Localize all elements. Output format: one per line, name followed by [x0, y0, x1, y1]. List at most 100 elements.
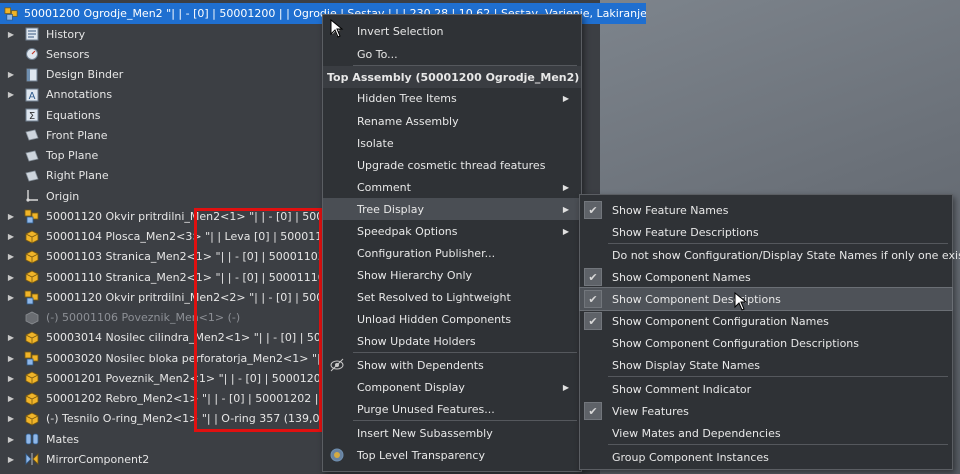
menu-item-label: Speedpak Options: [357, 224, 458, 238]
tree-item[interactable]: ▶ History: [0, 24, 330, 44]
expand-arrow-icon[interactable]: ▶: [6, 273, 16, 282]
menu-item-label: Tree Display: [357, 202, 424, 216]
submenu-item-show-comment-indicator[interactable]: Show Comment Indicator: [580, 378, 952, 400]
menu-section-header: Top Assembly (50001200 Ogrodje_Men2): [323, 66, 581, 88]
submenu-item-group-component-instances[interactable]: Group Component Instances: [580, 446, 952, 468]
part-icon: [25, 331, 39, 345]
menu-item-unload-hidden-components[interactable]: Unload Hidden Components: [323, 308, 581, 330]
checkmark-icon: ✔: [584, 290, 602, 308]
submenu-item-label: Show Feature Names: [612, 203, 729, 217]
menu-item-invert-selection[interactable]: Invert Selection: [323, 20, 581, 42]
tree-item[interactable]: ▶ 50001110 Stranica_Men2<1> "| | - [0] | …: [0, 267, 330, 287]
menu-item-upgrade-cosmetic-thread-features[interactable]: Upgrade cosmetic thread features: [323, 154, 581, 176]
submenu-item-view-mates-and-dependencies[interactable]: View Mates and Dependencies: [580, 422, 952, 444]
submenu-item-show-component-descriptions[interactable]: ✔ Show Component Descriptions: [579, 287, 953, 311]
expand-arrow-icon[interactable]: ▶: [6, 435, 16, 444]
submenu-item-show-feature-descriptions[interactable]: Show Feature Descriptions: [580, 221, 952, 243]
tree-item[interactable]: ▶ 50001103 Stranica_Men2<1> "| | - [0] | …: [0, 247, 330, 267]
menu-item-speedpak-options[interactable]: Speedpak Options ▶: [323, 220, 581, 242]
tree-item[interactable]: Front Plane: [0, 125, 330, 145]
menu-item-label: Hidden Tree Items: [357, 91, 457, 105]
tree-item[interactable]: ▶ A Annotations: [0, 85, 330, 105]
tree-item[interactable]: ▶ 50001120 Okvir pritrdilni_Men2<1> "| | …: [0, 206, 330, 226]
tree-item-label: Annotations: [46, 88, 113, 102]
tree-item-label: 50001201 Poveznik_Men2<1> "| | - [0] | 5…: [46, 371, 330, 385]
tree-item-label: (-) Tesnilo O-ring_Men2<1> "| | O-ring 3…: [46, 412, 330, 426]
menu-item-isolate[interactable]: Isolate: [323, 132, 581, 154]
tree-item[interactable]: Origin: [0, 186, 330, 206]
tree-item[interactable]: ▶ 50001202 Rebro_Men2<1> "| | - [0] | 500…: [0, 389, 330, 409]
expand-arrow-icon[interactable]: ▶: [6, 293, 16, 302]
checkmark-icon: ✔: [584, 201, 602, 219]
part-icon: [25, 392, 39, 405]
tree-item[interactable]: Right Plane: [0, 166, 330, 186]
tree-item-label: Top Plane: [46, 149, 99, 162]
submenu-item-show-component-names[interactable]: ✔ Show Component Names: [580, 266, 952, 288]
expand-arrow-icon[interactable]: ▶: [6, 232, 16, 241]
submenu-item-do-not-show-configuration-display-state-[interactable]: Do not show Configuration/Display State …: [580, 244, 960, 266]
expand-arrow-icon[interactable]: ▶: [6, 70, 16, 79]
menu-item-set-resolved-to-lightweight[interactable]: Set Resolved to Lightweight: [323, 286, 581, 308]
menu-item-go-to[interactable]: Go To...: [323, 43, 581, 65]
expand-arrow-icon[interactable]: ▶: [6, 252, 16, 261]
mirror-component-icon: [25, 453, 39, 466]
menu-item-purge-unused-features[interactable]: Purge Unused Features...: [323, 398, 581, 420]
tree-item-label: 50001104 Plosca_Men2<3> "| | Leva [0] | …: [46, 230, 330, 243]
expand-arrow-icon[interactable]: ▶: [6, 354, 16, 363]
expand-arrow-icon[interactable]: ▶: [6, 455, 16, 464]
tree-item-label: 50001202 Rebro_Men2<1> "| | - [0] | 5000…: [46, 392, 330, 405]
tree-item[interactable]: Sensors: [0, 44, 330, 64]
menu-item-component-display[interactable]: Component Display ▶: [323, 376, 581, 398]
menu-item-label: Rename Assembly: [357, 114, 459, 128]
tree-item[interactable]: ▶ 50001120 Okvir pritrdilni_Men2<2> "| | …: [0, 287, 330, 307]
tree-item[interactable]: ▶ 50001104 Plosca_Men2<3> "| | Leva [0] |…: [0, 227, 330, 247]
expand-arrow-icon[interactable]: ▶: [6, 374, 16, 383]
menu-item-top-level-transparency[interactable]: Top Level Transparency: [323, 444, 581, 466]
menu-item-label: Unload Hidden Components: [357, 312, 512, 326]
tree-item[interactable]: (-) 50001106 Poveznik_Men<1> (-): [0, 308, 330, 328]
tree-item[interactable]: ▶ (-) Tesnilo O-ring_Men2<1> "| | O-ring …: [0, 409, 330, 429]
submenu-arrow-icon: ▶: [562, 226, 569, 236]
origin-icon: [26, 190, 38, 202]
menu-item-label: Comment: [357, 180, 411, 194]
submenu-item-view-features[interactable]: ✔ View Features: [580, 400, 952, 422]
menu-item-comment[interactable]: Comment ▶: [323, 176, 581, 198]
assembly-icon: [4, 7, 18, 21]
part-icon: [25, 270, 39, 284]
expand-arrow-icon[interactable]: ▶: [6, 414, 16, 423]
tree-item[interactable]: ▶ Design Binder: [0, 65, 330, 85]
tree-item[interactable]: ▶ 50003020 Nosilec bloka perforatorja_Men…: [0, 348, 330, 368]
menu-separator: [353, 65, 577, 66]
menu-item-insert-new-subassembly[interactable]: Insert New Subassembly: [323, 422, 581, 444]
menu-item-label: Purge Unused Features...: [357, 402, 495, 416]
submenu-item-show-display-state-names[interactable]: Show Display State Names: [580, 354, 952, 376]
menu-item-hidden-tree-items[interactable]: Hidden Tree Items ▶: [323, 87, 581, 109]
menu-item-label: Configuration Publisher...: [357, 246, 496, 260]
submenu-item-label: Show Component Descriptions: [612, 292, 781, 306]
submenu-item-show-component-configuration-names[interactable]: ✔ Show Component Configuration Names: [580, 310, 952, 332]
menu-item-label: Invert Selection: [357, 24, 444, 38]
expand-arrow-icon[interactable]: ▶: [6, 394, 16, 403]
part-icon: [25, 371, 39, 385]
expand-arrow-icon[interactable]: ▶: [6, 90, 16, 99]
tree-item[interactable]: ▶ 50003014 Nosilec cilindra_Men2<1> "| | …: [0, 328, 330, 348]
tree-item[interactable]: Top Plane: [0, 146, 330, 166]
menu-item-show-hierarchy-only[interactable]: Show Hierarchy Only: [323, 264, 581, 286]
tree-item[interactable]: ▶ MirrorComponent2: [0, 449, 330, 469]
menu-item-show-update-holders[interactable]: Show Update Holders: [323, 330, 581, 352]
submenu-item-show-feature-names[interactable]: ✔ Show Feature Names: [580, 199, 952, 221]
expand-arrow-icon[interactable]: ▶: [6, 333, 16, 342]
menu-item-rename-assembly[interactable]: Rename Assembly: [323, 110, 581, 132]
tree-item[interactable]: ▶ Mates: [0, 429, 330, 449]
menu-item-configuration-publisher[interactable]: Configuration Publisher...: [323, 242, 581, 264]
svg-text:Σ: Σ: [29, 111, 35, 122]
submenu-item-show-component-configuration-description[interactable]: Show Component Configuration Description…: [580, 332, 952, 354]
expand-arrow-icon[interactable]: ▶: [6, 212, 16, 221]
menu-item-tree-display[interactable]: Tree Display ▶: [323, 198, 581, 220]
tree-item[interactable]: Σ Equations: [0, 105, 330, 125]
tree-item[interactable]: ▶ 50001201 Poveznik_Men2<1> "| | - [0] | …: [0, 368, 330, 388]
expand-arrow-icon[interactable]: ▶: [6, 30, 16, 39]
submenu-item-label: Show Component Configuration Names: [612, 314, 829, 328]
menu-item-show-with-dependents[interactable]: Show with Dependents: [323, 354, 581, 376]
tree-display-submenu: ✔ Show Feature Names Show Feature Descript…: [579, 194, 960, 470]
